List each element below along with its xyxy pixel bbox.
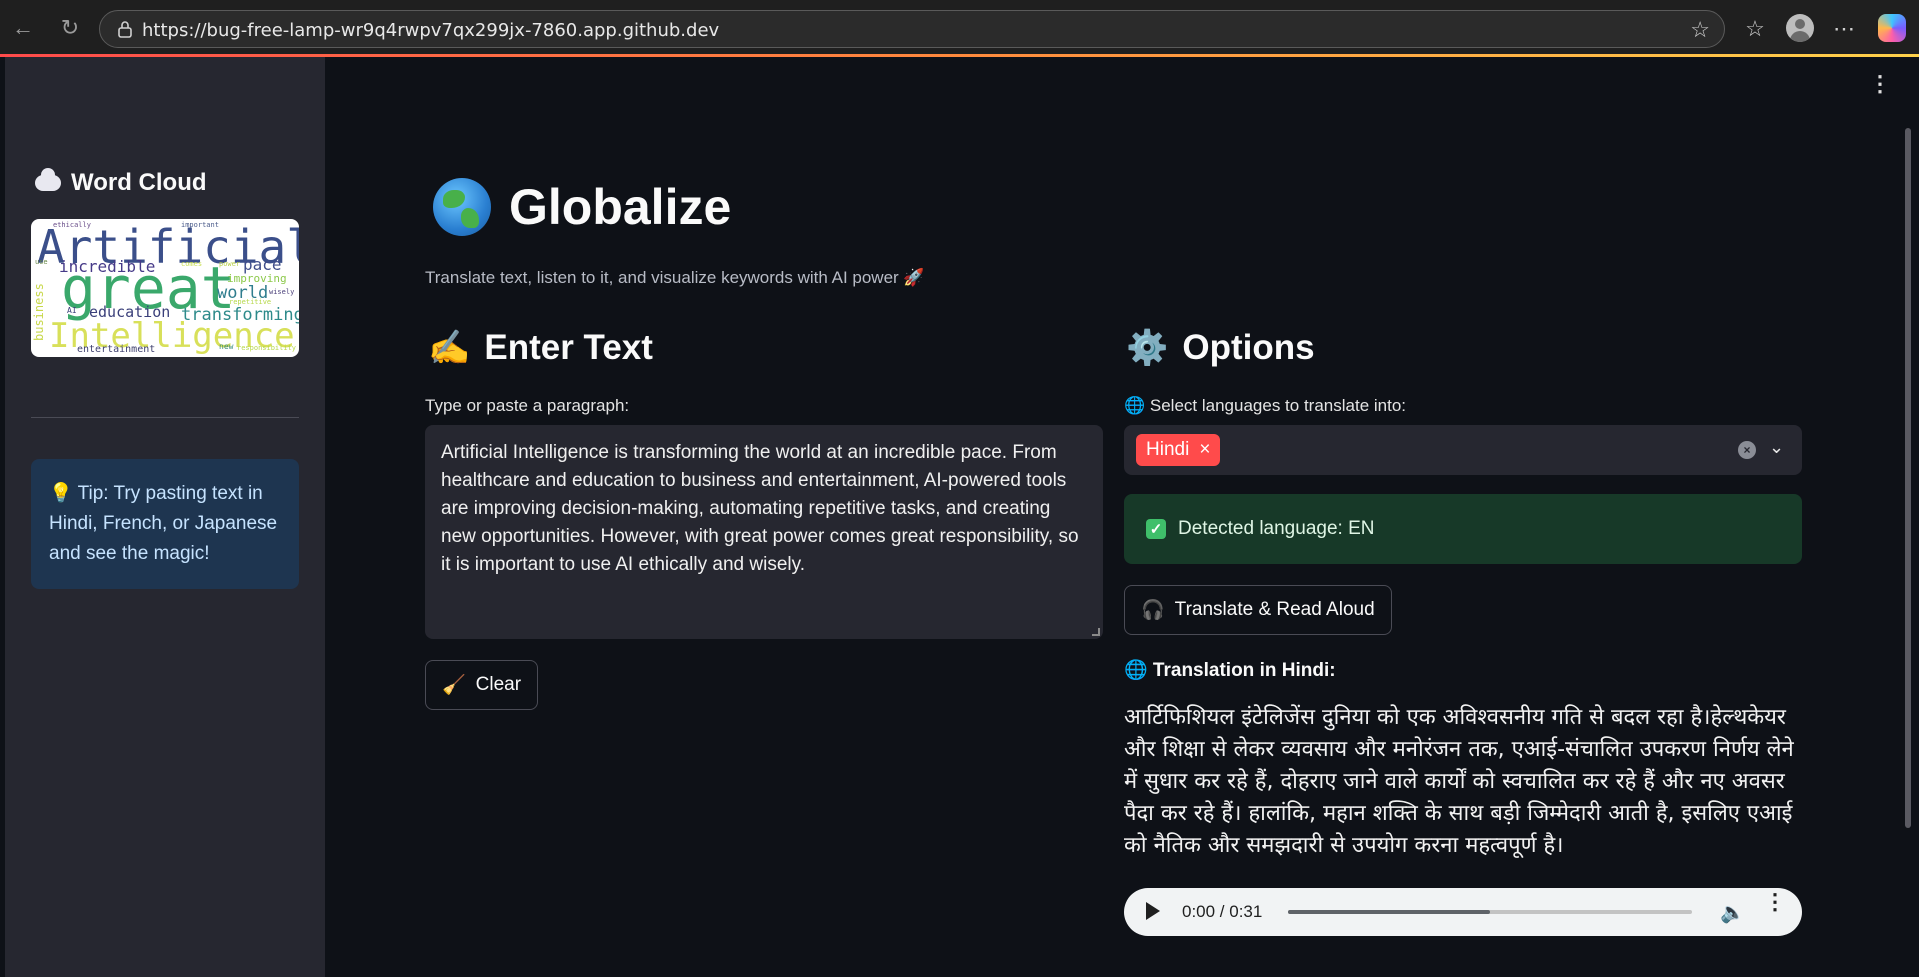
favorites-icon[interactable]: ☆ xyxy=(1739,13,1771,45)
audio-player[interactable]: 0:00 / 0:31 🔈 ⋮ xyxy=(1124,888,1802,936)
volume-icon[interactable]: 🔈 xyxy=(1720,900,1745,925)
wc-word: ethically xyxy=(53,221,91,229)
detected-language-alert: ✓ Detected language: EN xyxy=(1124,494,1802,564)
translation-text: आर्टिफिशियल इंटेलिजेंस दुनिया को एक अविश… xyxy=(1124,705,1794,858)
gear-icon: ⚙️ xyxy=(1126,329,1169,367)
wc-word: pace xyxy=(243,255,282,274)
lock-icon xyxy=(118,21,132,38)
main-menu-icon[interactable]: ⋮ xyxy=(1869,73,1891,95)
wc-word: improving xyxy=(227,272,287,285)
language-chip-hindi[interactable]: Hindi × xyxy=(1136,434,1221,466)
audio-more-icon[interactable]: ⋮ xyxy=(1764,891,1786,913)
wc-word: transforming xyxy=(181,305,299,325)
page-title-text: Globalize xyxy=(509,179,732,235)
cloud-icon xyxy=(35,168,61,191)
more-icon[interactable]: ⋯ xyxy=(1828,13,1860,45)
text-input-label: Type or paste a paragraph: xyxy=(425,396,630,415)
wc-word: education xyxy=(89,303,171,321)
check-icon: ✓ xyxy=(1146,519,1166,539)
sidebar-title-text: Word Cloud xyxy=(71,169,207,196)
translate-read-aloud-button[interactable]: 🎧 Translate & Read Aloud xyxy=(1124,585,1392,635)
wc-word: use xyxy=(35,258,48,266)
play-icon[interactable] xyxy=(1146,902,1160,920)
wc-word: comes xyxy=(181,260,203,268)
tip-info-box: 💡 Tip: Try pasting text in Hindi, French… xyxy=(31,459,299,589)
options-heading: ⚙️ Options xyxy=(1126,328,1315,368)
wc-word: responsibility xyxy=(237,344,297,352)
paragraph-textarea[interactable]: Artificial Intelligence is transforming … xyxy=(425,425,1103,639)
wc-word: important xyxy=(181,221,219,229)
translation-title: 🌐 Translation in Hindi: xyxy=(1124,660,1336,681)
star-icon[interactable]: ☆ xyxy=(1690,17,1710,43)
detected-language-text: Detected language: EN xyxy=(1178,518,1375,539)
audio-time: 0:00 / 0:31 xyxy=(1182,902,1263,921)
chevron-down-icon[interactable]: ⌄ xyxy=(1769,437,1784,458)
page-title: Globalize xyxy=(433,178,731,236)
translate-button-label: Translate & Read Aloud xyxy=(1174,599,1375,620)
wc-word: new xyxy=(219,342,234,351)
language-multiselect[interactable]: Hindi × × ⌄ xyxy=(1124,425,1802,475)
wc-word: power xyxy=(219,260,241,268)
back-arrow-icon[interactable]: ← xyxy=(8,13,38,43)
language-chip-label: Hindi xyxy=(1146,439,1190,460)
wc-word: repetitive xyxy=(229,298,272,306)
browser-toolbar: ← ↻ https://bug-free-lamp-wr9q4rwpv7qx29… xyxy=(0,0,1919,55)
options-heading-text: Options xyxy=(1182,328,1315,367)
clear-button-label: Clear xyxy=(475,674,522,695)
broom-icon: 🧹 xyxy=(442,675,466,696)
enter-text-heading-text: Enter Text xyxy=(484,328,653,367)
enter-text-heading: ✍️ Enter Text xyxy=(428,328,653,368)
remove-chip-icon[interactable]: × xyxy=(1199,439,1210,461)
globe-icon xyxy=(433,178,491,236)
word-cloud-image: Artificial great Intelligence incredible… xyxy=(31,219,299,357)
scrollbar[interactable] xyxy=(1905,128,1911,828)
address-bar[interactable]: https://bug-free-lamp-wr9q4rwpv7qx299jx-… xyxy=(99,10,1725,48)
resize-handle[interactable] xyxy=(1092,628,1100,636)
languages-label: 🌐 Select languages to translate into: xyxy=(1124,396,1407,415)
clear-button[interactable]: 🧹 Clear xyxy=(425,660,539,710)
wc-word: incredible xyxy=(59,257,156,276)
wc-word: AI xyxy=(67,306,77,315)
wc-word: entertainment xyxy=(77,344,156,355)
reload-icon[interactable]: ↻ xyxy=(55,13,85,43)
copilot-icon[interactable] xyxy=(1878,14,1906,42)
textarea-value[interactable]: Artificial Intelligence is transforming … xyxy=(441,442,1079,575)
sidebar-divider xyxy=(31,417,299,418)
profile-avatar[interactable] xyxy=(1786,14,1814,42)
clear-selection-icon[interactable]: × xyxy=(1738,441,1756,459)
sidebar: Word Cloud Artificial great Intelligence… xyxy=(5,57,325,977)
wc-word: business xyxy=(32,283,46,341)
wc-word: wisely xyxy=(269,288,295,296)
headphones-icon: 🎧 xyxy=(1141,600,1165,621)
writing-hand-icon: ✍️ xyxy=(428,329,471,367)
audio-progress-fill xyxy=(1288,910,1490,914)
sidebar-title: Word Cloud xyxy=(35,168,207,197)
audio-seek-bar[interactable] xyxy=(1288,910,1692,914)
page-subtitle: Translate text, listen to it, and visual… xyxy=(425,268,925,287)
url-text[interactable]: https://bug-free-lamp-wr9q4rwpv7qx299jx-… xyxy=(142,20,719,41)
